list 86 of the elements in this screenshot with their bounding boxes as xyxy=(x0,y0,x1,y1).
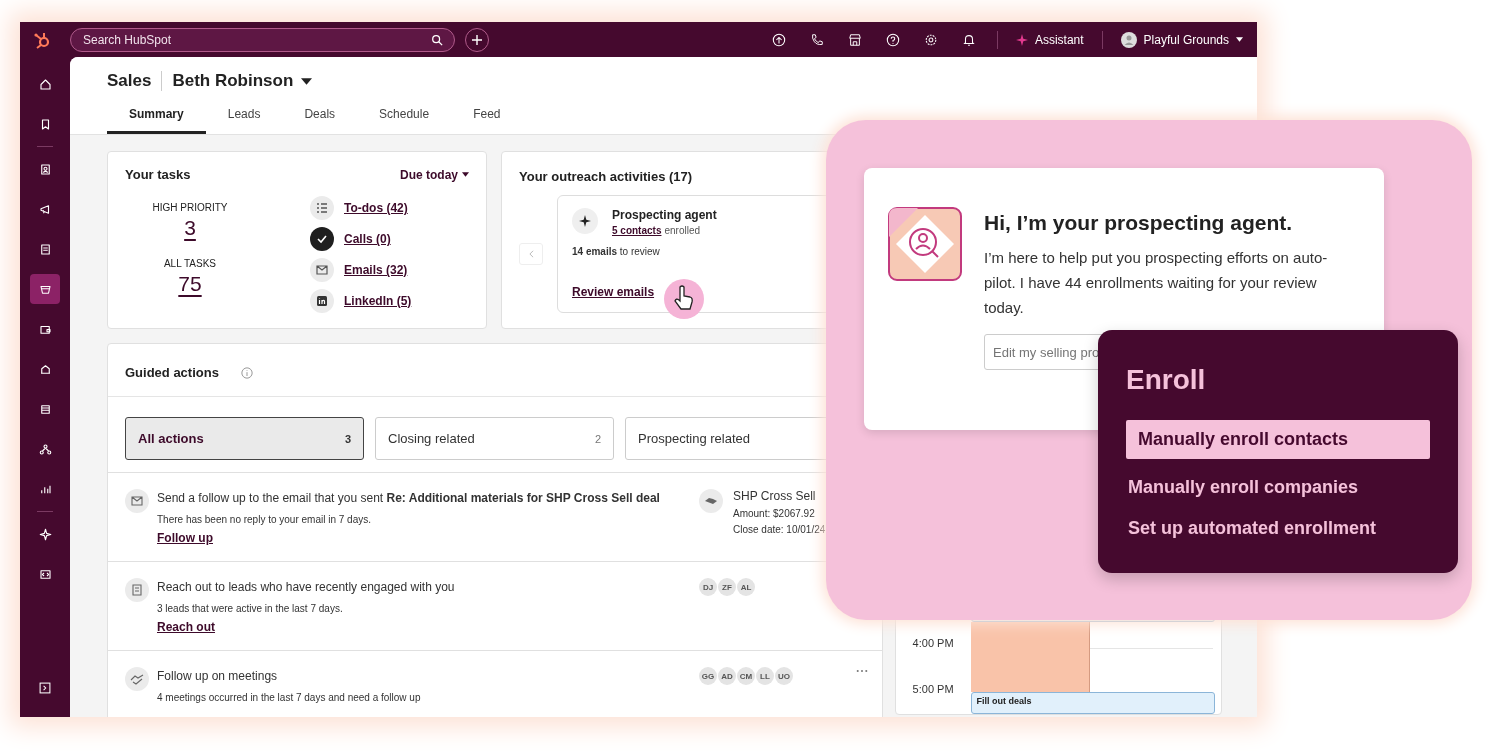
review-count: 14 emails to review xyxy=(572,246,661,257)
expand-icon xyxy=(38,681,52,695)
envelope-icon xyxy=(310,258,334,282)
plus-icon xyxy=(471,33,483,46)
task-link[interactable]: To-dos (42) xyxy=(344,201,408,215)
stat-label: ALL TASKS xyxy=(163,258,217,269)
account-menu[interactable]: Playful Grounds xyxy=(1116,31,1247,48)
deal-name: SHP Cross Sell xyxy=(733,489,817,503)
more-options-icon[interactable] xyxy=(855,669,868,673)
info-icon[interactable] xyxy=(240,366,253,379)
menu-item[interactable]: Manually enroll companies xyxy=(1126,469,1430,506)
list-icon xyxy=(310,196,334,220)
agent-message: I’m here to help put you prospecting efforts on auto-pilot. I have 44 enrollments waiting for your review today. xyxy=(984,248,1329,318)
tab[interactable]: Summary xyxy=(107,103,206,134)
owner-dropdown[interactable]: Beth Robinson xyxy=(172,71,313,91)
caret-icon xyxy=(1236,37,1243,42)
chevron-left-icon xyxy=(528,250,534,258)
action-description: Reach out to leads who have recently engaged with you xyxy=(157,579,456,596)
tab[interactable]: Leads xyxy=(205,103,283,134)
action-description: Follow up on meetings xyxy=(157,668,279,685)
deal-amount: Amount: $2067.92 xyxy=(733,508,816,519)
assistant-button[interactable]: Assistant xyxy=(1011,32,1088,47)
sparkle-icon xyxy=(572,208,598,234)
caret-icon xyxy=(462,172,469,177)
sparkle-icon xyxy=(37,526,53,542)
due-filter-dropdown[interactable]: Due today xyxy=(400,167,469,182)
document-icon xyxy=(125,578,149,602)
linkedin-icon xyxy=(310,289,334,313)
action-link[interactable]: Reach out xyxy=(157,620,677,634)
menu-item[interactable]: Set up automated enrollment xyxy=(1126,510,1430,547)
action-detail: There has been no reply to your email in 7 days. xyxy=(157,514,372,525)
review-emails-link[interactable]: Review emails xyxy=(572,285,655,299)
contacts-link[interactable]: 5 contacts xyxy=(612,225,662,236)
action-detail: 3 leads that were active in the last 7 days. xyxy=(157,603,344,614)
phone-icon[interactable] xyxy=(809,32,824,47)
task-count-link[interactable]: 3 xyxy=(184,216,196,240)
sparkle-icon xyxy=(1015,33,1028,46)
avatar: DJ xyxy=(699,578,717,596)
avatar: GG xyxy=(699,667,717,685)
avatar: AL xyxy=(737,578,755,596)
action-detail: 4 meetings occurred in the last 7 days and need a follow up xyxy=(157,692,422,703)
filter-tab[interactable]: All actions 3 xyxy=(125,417,364,460)
action-description: Send a follow up to the email that you sent Re: Additional materials for SHP Cross Sell deal xyxy=(157,490,661,507)
tab[interactable]: Schedule xyxy=(357,103,452,134)
pointer-cursor-icon xyxy=(662,277,707,321)
task-link[interactable]: Emails (32) xyxy=(344,263,408,277)
settings-icon[interactable] xyxy=(923,32,938,47)
envelope-icon xyxy=(125,489,149,513)
avatar: CM xyxy=(737,667,755,685)
agent-name: Prospecting agent xyxy=(612,208,717,222)
upgrade-icon[interactable] xyxy=(771,32,786,47)
filter-tab[interactable]: Closing related 2 xyxy=(375,417,614,460)
enrolled-label: enrolled xyxy=(664,225,701,236)
card-title: Your outreach activities (17) xyxy=(519,169,693,184)
card-title: Guided actions xyxy=(125,365,219,380)
time-label: 5:00 PM xyxy=(911,683,955,695)
store-icon[interactable] xyxy=(847,32,862,47)
search-icon[interactable] xyxy=(431,33,443,46)
home-icon xyxy=(37,76,53,92)
menu-item[interactable]: Manually enroll contacts xyxy=(1126,420,1430,459)
task-link[interactable]: LinkedIn (5) xyxy=(344,294,412,308)
avatar-icon xyxy=(1120,31,1137,48)
search-field[interactable]: Search HubSpot xyxy=(70,27,455,52)
caret-icon xyxy=(301,77,313,85)
avatar: ZF xyxy=(718,578,736,596)
calendar-event[interactable]: Fill out deals xyxy=(970,692,1215,714)
help-icon[interactable] xyxy=(885,32,900,47)
sidebar-item[interactable] xyxy=(30,274,60,304)
time-label: 4:00 PM xyxy=(911,637,955,649)
check-icon xyxy=(310,227,334,251)
tab[interactable]: Feed xyxy=(451,103,523,134)
agent-search-icon xyxy=(888,207,962,281)
avatar: LL xyxy=(756,667,774,685)
bell-icon[interactable] xyxy=(961,32,976,47)
agent-greeting: Hi, I’m your prospecting agent. xyxy=(984,211,1294,235)
avatar: UO xyxy=(775,667,793,685)
stat-label: HIGH PRIORITY xyxy=(152,202,228,213)
network-icon xyxy=(37,441,53,457)
action-link[interactable]: Follow up xyxy=(157,531,677,545)
tab[interactable]: Deals xyxy=(282,103,358,134)
task-link[interactable]: Calls (0) xyxy=(344,232,391,246)
page-title: Sales xyxy=(107,71,163,91)
deal-close-date: Close date: 10/01/24 xyxy=(733,524,826,535)
card-title: Your tasks xyxy=(125,167,191,182)
avatar: AD xyxy=(718,667,736,685)
task-count-link[interactable]: 75 xyxy=(178,272,202,296)
